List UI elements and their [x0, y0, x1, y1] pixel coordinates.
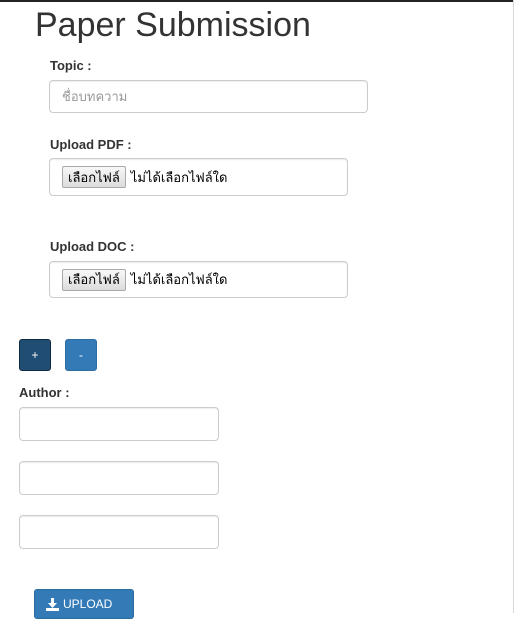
- upload-button-label: UPLOAD: [63, 597, 113, 611]
- topic-input[interactable]: [49, 80, 368, 113]
- upload-doc-choose-button[interactable]: เลือกไฟล์: [62, 268, 126, 291]
- author-label: Author :: [19, 385, 70, 400]
- window-top-border: [0, 0, 514, 2]
- download-icon: [46, 597, 59, 611]
- author-input-3[interactable]: [19, 515, 219, 549]
- upload-pdf-choose-button[interactable]: เลือกไฟล์: [62, 166, 126, 188]
- upload-pdf-field[interactable]: เลือกไฟล์ ไม่ได้เลือกไฟล์ใด: [49, 158, 348, 196]
- upload-doc-label: Upload DOC :: [50, 239, 135, 254]
- topic-label: Topic :: [50, 58, 92, 73]
- add-author-button[interactable]: +: [19, 339, 51, 371]
- upload-pdf-label: Upload PDF :: [50, 137, 132, 152]
- upload-pdf-status: ไม่ได้เลือกไฟล์ใด: [130, 169, 228, 185]
- author-input-1[interactable]: [19, 407, 219, 441]
- author-input-2[interactable]: [19, 461, 219, 495]
- upload-doc-field[interactable]: เลือกไฟล์ ไม่ได้เลือกไฟล์ใด: [49, 261, 348, 298]
- upload-doc-status: ไม่ได้เลือกไฟล์ใด: [130, 272, 228, 287]
- page-title: Paper Submission: [35, 6, 311, 44]
- remove-author-button[interactable]: -: [65, 339, 97, 371]
- upload-button[interactable]: UPLOAD: [34, 589, 134, 619]
